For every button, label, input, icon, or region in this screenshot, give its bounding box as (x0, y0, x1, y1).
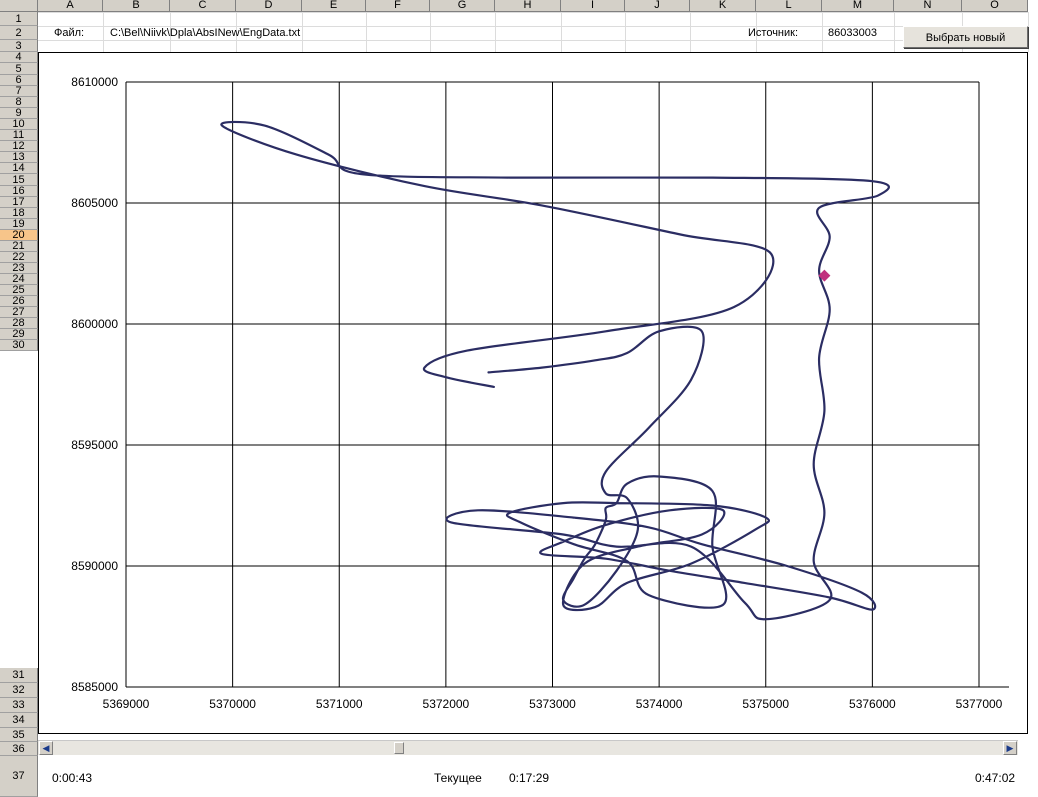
x-tick-label: 5374000 (636, 697, 683, 711)
row-header-32[interactable]: 32 (0, 683, 38, 698)
scroll-right-arrow-icon[interactable]: ▶ (1003, 741, 1017, 755)
scroll-thumb[interactable] (394, 742, 404, 754)
y-tick-label: 8590000 (71, 559, 118, 573)
gridline-vertical (430, 12, 431, 52)
column-header-n[interactable]: N (894, 0, 962, 12)
column-header-b[interactable]: B (103, 0, 170, 12)
gridline-horizontal (38, 40, 1028, 41)
column-header-h[interactable]: H (495, 0, 561, 12)
x-tick-label: 5372000 (423, 697, 470, 711)
y-tick-label: 8585000 (71, 680, 118, 694)
row-header-1[interactable]: 1 (0, 12, 38, 26)
column-header-g[interactable]: G (430, 0, 495, 12)
column-header-f[interactable]: F (366, 0, 430, 12)
column-header-c[interactable]: C (170, 0, 236, 12)
end-time: 0:47:02 (975, 771, 1016, 785)
x-tick-label: 5370000 (209, 697, 256, 711)
y-tick-label: 8595000 (71, 438, 118, 452)
row-header-36[interactable]: 36 (0, 742, 38, 756)
x-tick-label: 5373000 (529, 697, 576, 711)
column-header-e[interactable]: E (302, 0, 366, 12)
current-time-label: Текущее (434, 771, 482, 785)
row-header-30[interactable]: 30 (0, 339, 38, 351)
gridline-vertical (1028, 12, 1029, 52)
y-tick-label: 8610000 (71, 75, 118, 89)
gridline-vertical (103, 12, 104, 52)
x-tick-label: 5377000 (956, 697, 1003, 711)
source-label: Источник: (748, 27, 799, 39)
horizontal-scrollbar[interactable]: ◀ ▶ (38, 740, 1018, 755)
gridline-vertical (495, 12, 496, 52)
gridline-vertical (822, 12, 823, 52)
column-header-j[interactable]: J (625, 0, 690, 12)
row-header-14[interactable]: 14 (0, 162, 38, 174)
gridline-vertical (690, 12, 691, 52)
column-header-m[interactable]: M (822, 0, 894, 12)
column-header-a[interactable]: A (38, 0, 103, 12)
column-header-o[interactable]: O (962, 0, 1028, 12)
x-tick-label: 5371000 (316, 697, 363, 711)
column-header-l[interactable]: L (756, 0, 822, 12)
row-header-37[interactable]: 37 (0, 756, 38, 797)
gridline-vertical (561, 12, 562, 52)
source-value: 86033003 (828, 27, 877, 39)
file-label: Файл: (54, 27, 85, 39)
current-time: 0:17:29 (509, 771, 550, 785)
x-tick-label: 5369000 (103, 697, 150, 711)
row-header-33[interactable]: 33 (0, 698, 38, 713)
row-header-2[interactable]: 2 (0, 26, 38, 40)
x-tick-label: 5375000 (742, 697, 789, 711)
y-tick-label: 8600000 (71, 317, 118, 331)
select-all-corner[interactable] (0, 0, 38, 12)
flight-track-line (220, 120, 890, 621)
gridline-vertical (894, 12, 895, 52)
scroll-left-arrow-icon[interactable]: ◀ (39, 741, 53, 755)
select-new-button[interactable]: Выбрать новый (903, 26, 1028, 48)
column-header-k[interactable]: K (690, 0, 756, 12)
row-header-4[interactable]: 4 (0, 51, 38, 63)
x-tick-label: 5376000 (849, 697, 896, 711)
file-path: C:\Bel\Niivk\Dpla\AbsINew\EngData.txt (110, 27, 301, 39)
column-header-i[interactable]: I (561, 0, 625, 12)
row-header-31[interactable]: 31 (0, 668, 38, 683)
gridline-vertical (366, 12, 367, 52)
column-header-d[interactable]: D (236, 0, 302, 12)
gridline-vertical (302, 12, 303, 52)
track-chart: 5369000 5370000 5371000 5372000 5373000 53740… (71, 75, 1009, 711)
start-time: 0:00:43 (52, 771, 93, 785)
row-header-35[interactable]: 35 (0, 728, 38, 742)
row-header-34[interactable]: 34 (0, 713, 38, 728)
y-tick-label: 8605000 (71, 196, 118, 210)
gridline-horizontal (38, 12, 1028, 13)
gridline-vertical (625, 12, 626, 52)
